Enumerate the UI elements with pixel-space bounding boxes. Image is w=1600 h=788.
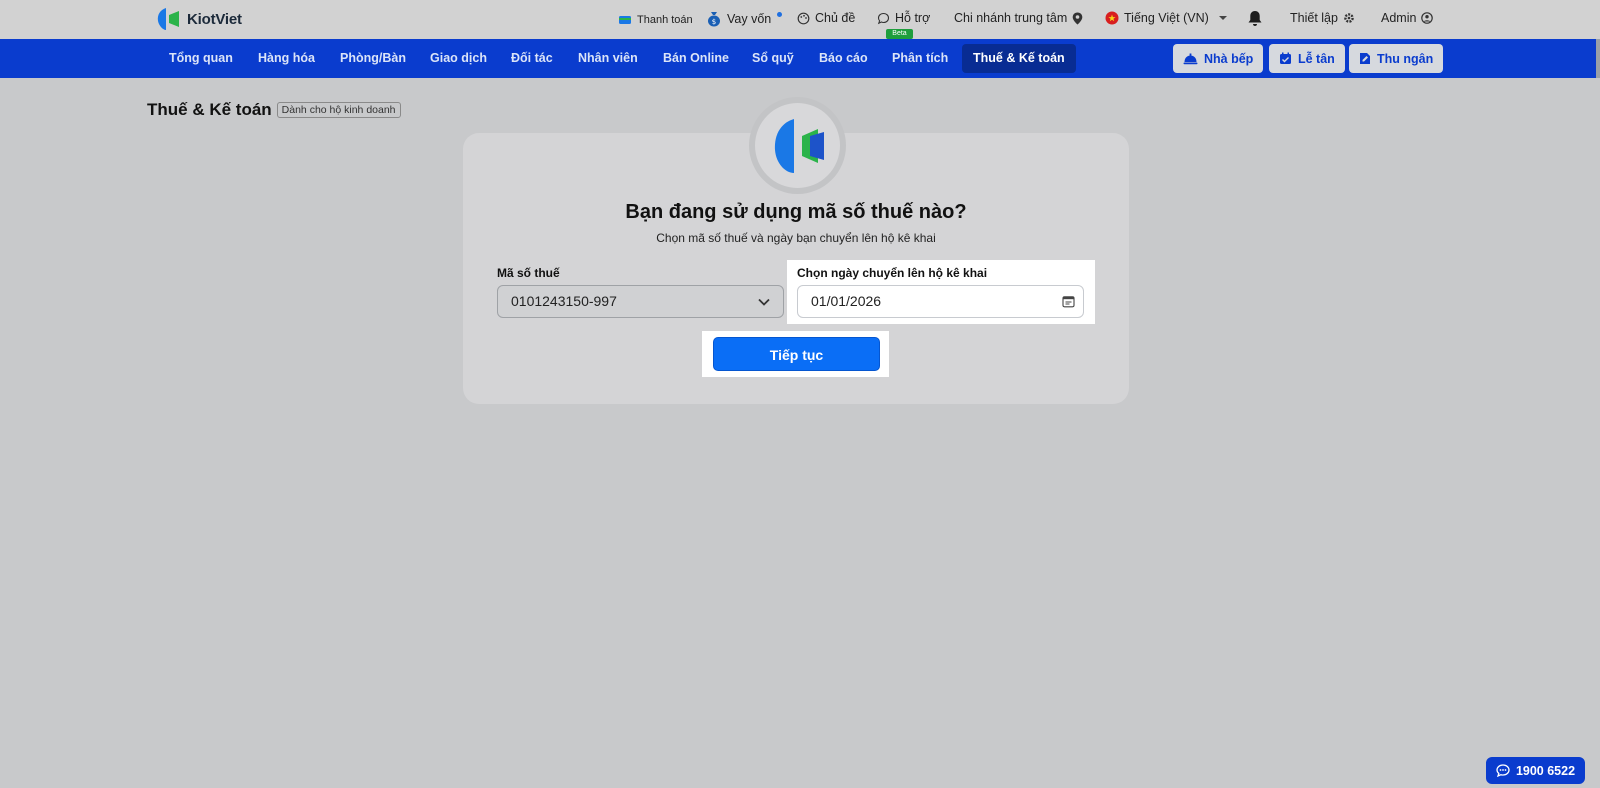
kiotviet-emblem-icon	[774, 118, 824, 173]
theme-link[interactable]: Chủ đề	[797, 11, 855, 25]
nav-tax-accounting[interactable]: Thuế & Kế toán	[962, 44, 1076, 73]
tax-code-value: 0101243150-997	[511, 293, 617, 309]
nav-edge	[1596, 39, 1600, 78]
notifications-button[interactable]	[1247, 10, 1263, 27]
branch-selector[interactable]: Chi nhánh trung tâm	[954, 11, 1083, 25]
date-value: 01/01/2026	[811, 293, 882, 309]
loan-label: Vay vốn	[727, 12, 772, 26]
date-label: Chọn ngày chuyển lên hộ kê khai	[797, 266, 988, 280]
cashier-button[interactable]: Thu ngân	[1349, 44, 1444, 73]
payment-link[interactable]: Thanh toán	[618, 13, 693, 27]
bell-icon	[1248, 11, 1262, 26]
document-edit-icon	[1360, 53, 1370, 64]
nav-analytics[interactable]: Phân tích	[892, 39, 948, 78]
theme-label: Chủ đề	[815, 11, 856, 25]
brand-name: KiotViet	[187, 10, 242, 28]
support-label: Hỗ trợ	[895, 11, 931, 25]
main-nav: Tổng quan Hàng hóa Phòng/Bàn Giao dịch Đ…	[0, 39, 1596, 78]
user-menu[interactable]: Admin	[1381, 11, 1434, 25]
calendar-check-icon	[1280, 52, 1291, 64]
vietnam-flag-icon	[1105, 11, 1119, 25]
location-pin-icon	[1072, 12, 1083, 24]
payment-icon	[619, 16, 631, 24]
tax-code-label: Mã số thuế	[497, 266, 560, 280]
palette-icon	[797, 12, 810, 24]
chevron-down-icon	[758, 298, 770, 306]
date-input[interactable]: 01/01/2026	[797, 285, 1084, 318]
gear-icon	[1344, 13, 1354, 23]
user-label: Admin	[1381, 11, 1417, 25]
payment-label: Thanh toán	[637, 14, 693, 26]
nav-transactions[interactable]: Giao dịch	[430, 39, 487, 78]
continue-button[interactable]: Tiếp tục	[713, 337, 880, 371]
kitchen-label: Nhà bếp	[1204, 51, 1254, 66]
page-badge: Dành cho hộ kinh doanh	[276, 102, 401, 118]
language-selector[interactable]: Tiếng Việt (VN)	[1105, 11, 1228, 25]
logo[interactable]: KiotViet	[155, 6, 242, 32]
loan-link[interactable]: $ Vay vốn	[706, 11, 771, 27]
nav-staff[interactable]: Nhân viên	[578, 39, 638, 78]
page-title: Thuế & Kế toán Dành cho hộ kinh doanh	[147, 100, 401, 120]
support-link[interactable]: Hỗ trợ	[877, 11, 930, 25]
nav-cashbook[interactable]: Sổ quỹ	[752, 39, 794, 78]
money-bag-icon: $	[708, 12, 720, 27]
nav-online-sales[interactable]: Bán Online	[663, 39, 729, 78]
top-bar: KiotViet Thanh toán $ Vay vốn Chủ đề Hỗ …	[0, 0, 1600, 39]
nav-overview[interactable]: Tổng quan	[169, 39, 233, 78]
nav-partners[interactable]: Đối tác	[511, 39, 553, 78]
card-heading: Bạn đang sử dụng mã số thuế nào?	[625, 201, 967, 223]
reception-label: Lễ tân	[1298, 51, 1335, 66]
kitchen-button[interactable]: Nhà bếp	[1173, 44, 1264, 73]
card-emblem	[749, 97, 846, 194]
settings-link[interactable]: Thiết lập	[1290, 11, 1355, 25]
settings-label: Thiết lập	[1290, 11, 1338, 25]
nav-reports[interactable]: Báo cáo	[819, 39, 868, 78]
language-label: Tiếng Việt (VN)	[1124, 11, 1209, 25]
calendar-icon[interactable]	[1062, 295, 1075, 308]
tax-code-select[interactable]: 0101243150-997	[497, 285, 784, 318]
cloche-icon	[1183, 53, 1198, 64]
user-circle-icon	[1421, 12, 1434, 24]
hotline-button[interactable]: 1900 6522	[1486, 757, 1585, 784]
caret-down-icon	[1218, 16, 1227, 20]
nav-products[interactable]: Hàng hóa	[258, 39, 315, 78]
page-title-text: Thuế & Kế toán	[147, 100, 272, 119]
svg-text:$: $	[712, 18, 716, 26]
reception-button[interactable]: Lễ tân	[1269, 44, 1345, 73]
card-subheading: Chọn mã số thuế và ngày bạn chuyển lên h…	[656, 231, 936, 245]
branch-label: Chi nhánh trung tâm	[954, 11, 1068, 25]
chat-bubble-icon	[877, 12, 890, 24]
beta-badge: Beta	[886, 29, 913, 39]
hotline-number: 1900 6522	[1515, 763, 1576, 778]
notification-dot	[777, 12, 782, 17]
cashier-label: Thu ngân	[1377, 51, 1434, 66]
kiotviet-logo-icon	[155, 6, 181, 32]
nav-rooms-tables[interactable]: Phòng/Bàn	[340, 39, 406, 78]
chat-icon	[1496, 764, 1510, 777]
